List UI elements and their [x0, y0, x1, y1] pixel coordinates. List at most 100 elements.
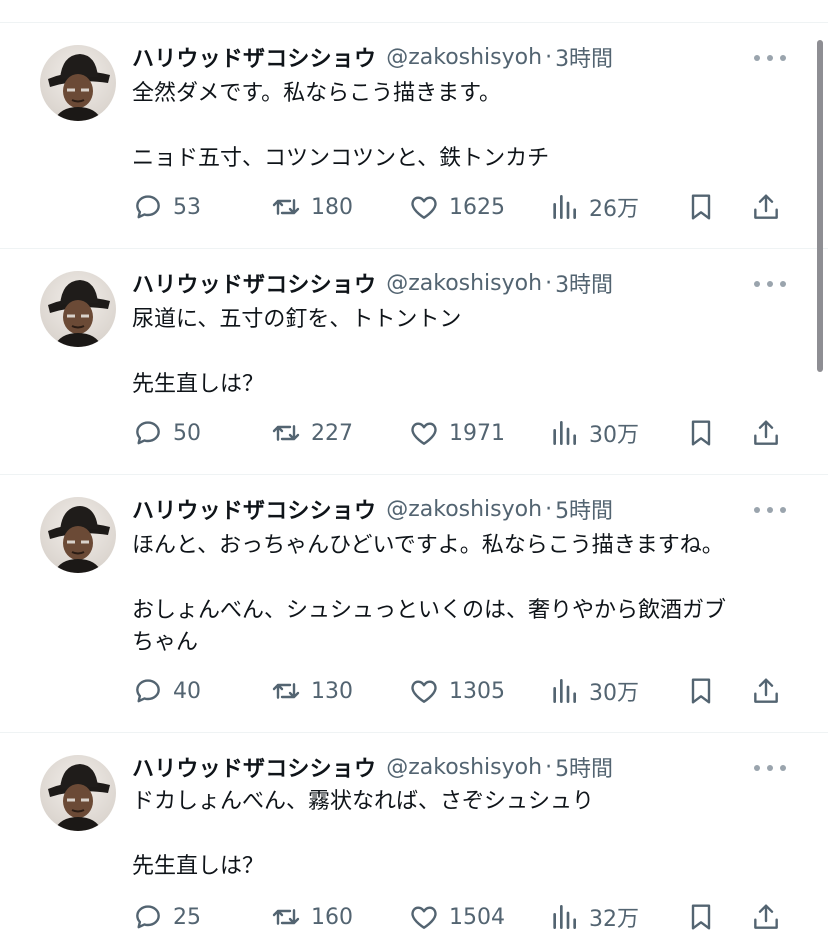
reply-button[interactable]: 50 — [132, 415, 201, 451]
tweet-line: ちゃん — [132, 630, 199, 655]
like-button[interactable]: 1504 — [408, 899, 505, 935]
share-button[interactable] — [750, 415, 782, 451]
tweet-line: 全然ダメです。私ならこう描きます。 — [132, 81, 501, 106]
reply-icon — [136, 421, 160, 445]
share-button[interactable] — [750, 189, 782, 225]
retweet-count: 130 — [311, 678, 353, 704]
tweet-header: ハリウッドザコシショウ @zakoshisyoh · 5時間 — [132, 751, 613, 783]
avatar[interactable] — [40, 497, 116, 573]
user-handle[interactable]: @zakoshisyoh — [386, 497, 542, 522]
tweet-text: ドカしょんべん、霧状なれば、さぞシュシュり 先生直しは？ — [132, 786, 797, 883]
avatar[interactable] — [40, 271, 116, 347]
views-button[interactable]: 30万 — [548, 415, 639, 451]
separator-dot: · — [545, 754, 553, 780]
bookmark-button[interactable] — [685, 673, 717, 709]
like-button[interactable]: 1971 — [408, 415, 505, 451]
timestamp[interactable]: 5時間 — [555, 493, 613, 525]
views-icon — [553, 195, 576, 219]
views-button[interactable]: 30万 — [548, 673, 639, 709]
timestamp[interactable]: 5時間 — [555, 751, 613, 783]
views-icon — [553, 421, 576, 445]
view-count: 26万 — [589, 197, 639, 222]
scrollbar[interactable] — [817, 40, 823, 372]
avatar-image — [48, 506, 110, 573]
retweet-button[interactable]: 130 — [270, 673, 353, 709]
share-button[interactable] — [750, 899, 782, 935]
tweet-line: 尿道に、五寸の釘を、トトントン — [132, 307, 462, 332]
view-count: 32万 — [589, 907, 639, 932]
share-icon — [754, 904, 778, 929]
avatar-image — [48, 280, 110, 347]
bookmark-button[interactable] — [685, 415, 717, 451]
more-options-icon[interactable] — [754, 276, 786, 292]
views-icon — [553, 905, 576, 929]
timestamp[interactable]: 3時間 — [555, 267, 613, 299]
tweet[interactable]: ハリウッドザコシショウ @zakoshisyoh · 3時間 全然ダメです。私な… — [0, 23, 828, 249]
display-name[interactable]: ハリウッドザコシショウ — [132, 41, 376, 73]
tweet-line: 先生直しは？ — [132, 854, 265, 879]
action-bar: 40 130 1305 30万 — [0, 673, 828, 709]
views-button[interactable]: 32万 — [548, 899, 639, 935]
like-count: 1305 — [449, 678, 505, 704]
tweet-text: 尿道に、五寸の釘を、トトントン 先生直しは？ — [132, 304, 797, 401]
retweet-icon — [272, 909, 300, 925]
reply-button[interactable]: 25 — [132, 899, 201, 935]
reply-icon — [136, 679, 160, 703]
timestamp[interactable]: 3時間 — [555, 41, 613, 73]
like-count: 1625 — [449, 194, 505, 220]
more-options-icon[interactable] — [754, 760, 786, 776]
reply-count: 50 — [173, 420, 201, 446]
share-icon — [754, 678, 778, 703]
reply-button[interactable]: 53 — [132, 189, 201, 225]
retweet-count: 160 — [311, 904, 353, 930]
tweet[interactable]: ハリウッドザコシショウ @zakoshisyoh · 5時間 ほんと、おっちゃん… — [0, 475, 828, 733]
reply-count: 53 — [173, 194, 201, 220]
reply-button[interactable]: 40 — [132, 673, 201, 709]
bookmark-button[interactable] — [685, 899, 717, 935]
separator-dot: · — [545, 270, 553, 296]
user-handle[interactable]: @zakoshisyoh — [386, 271, 542, 296]
heart-icon — [411, 680, 437, 703]
bookmark-button[interactable] — [685, 189, 717, 225]
retweet-button[interactable]: 227 — [270, 415, 353, 451]
tweet[interactable]: ハリウッドザコシショウ @zakoshisyoh · 5時間 ドカしょんべん、霧… — [0, 733, 828, 949]
reply-icon — [136, 905, 160, 929]
retweet-icon — [272, 199, 300, 215]
bookmark-icon — [691, 420, 711, 446]
like-count: 1971 — [449, 420, 505, 446]
display-name[interactable]: ハリウッドザコシショウ — [132, 751, 376, 783]
retweet-button[interactable]: 180 — [270, 189, 353, 225]
share-icon — [754, 420, 778, 445]
tweet-line: ニョド五寸、コツンコツンと、鉄トンカチ — [132, 146, 550, 171]
share-icon — [754, 194, 778, 219]
more-options-icon[interactable] — [754, 50, 786, 66]
avatar-image — [48, 764, 110, 831]
display-name[interactable]: ハリウッドザコシショウ — [132, 493, 376, 525]
more-options-icon[interactable] — [754, 502, 786, 518]
like-button[interactable]: 1305 — [408, 673, 505, 709]
action-bar: 25 160 1504 32万 — [0, 899, 828, 935]
tweet[interactable]: ハリウッドザコシショウ @zakoshisyoh · 3時間 尿道に、五寸の釘を… — [0, 249, 828, 475]
user-handle[interactable]: @zakoshisyoh — [386, 755, 542, 780]
retweet-button[interactable]: 160 — [270, 899, 353, 935]
tweet-line: ほんと、おっちゃんひどいですよ。私ならこう描きますね。 — [132, 533, 724, 558]
user-handle[interactable]: @zakoshisyoh — [386, 45, 542, 70]
action-bar: 50 227 1971 30万 — [0, 415, 828, 451]
like-button[interactable]: 1625 — [408, 189, 505, 225]
share-button[interactable] — [750, 673, 782, 709]
bookmark-icon — [691, 194, 711, 220]
avatar[interactable] — [40, 755, 116, 831]
view-count: 30万 — [589, 423, 639, 448]
tweet-line: おしょんべん、シュシュっといくのは、奢りやから飲酒ガブ — [132, 598, 727, 623]
view-count: 30万 — [589, 681, 639, 706]
avatar[interactable] — [40, 45, 116, 121]
heart-icon — [411, 196, 437, 219]
reply-count: 40 — [173, 678, 201, 704]
separator-dot: · — [545, 44, 553, 70]
heart-icon — [411, 422, 437, 445]
bookmark-icon — [691, 904, 711, 930]
display-name[interactable]: ハリウッドザコシショウ — [132, 267, 376, 299]
bookmark-icon — [691, 678, 711, 704]
tweet-text: ほんと、おっちゃんひどいですよ。私ならこう描きますね。 おしょんべん、シュシュっ… — [132, 530, 797, 659]
views-button[interactable]: 26万 — [548, 189, 639, 225]
